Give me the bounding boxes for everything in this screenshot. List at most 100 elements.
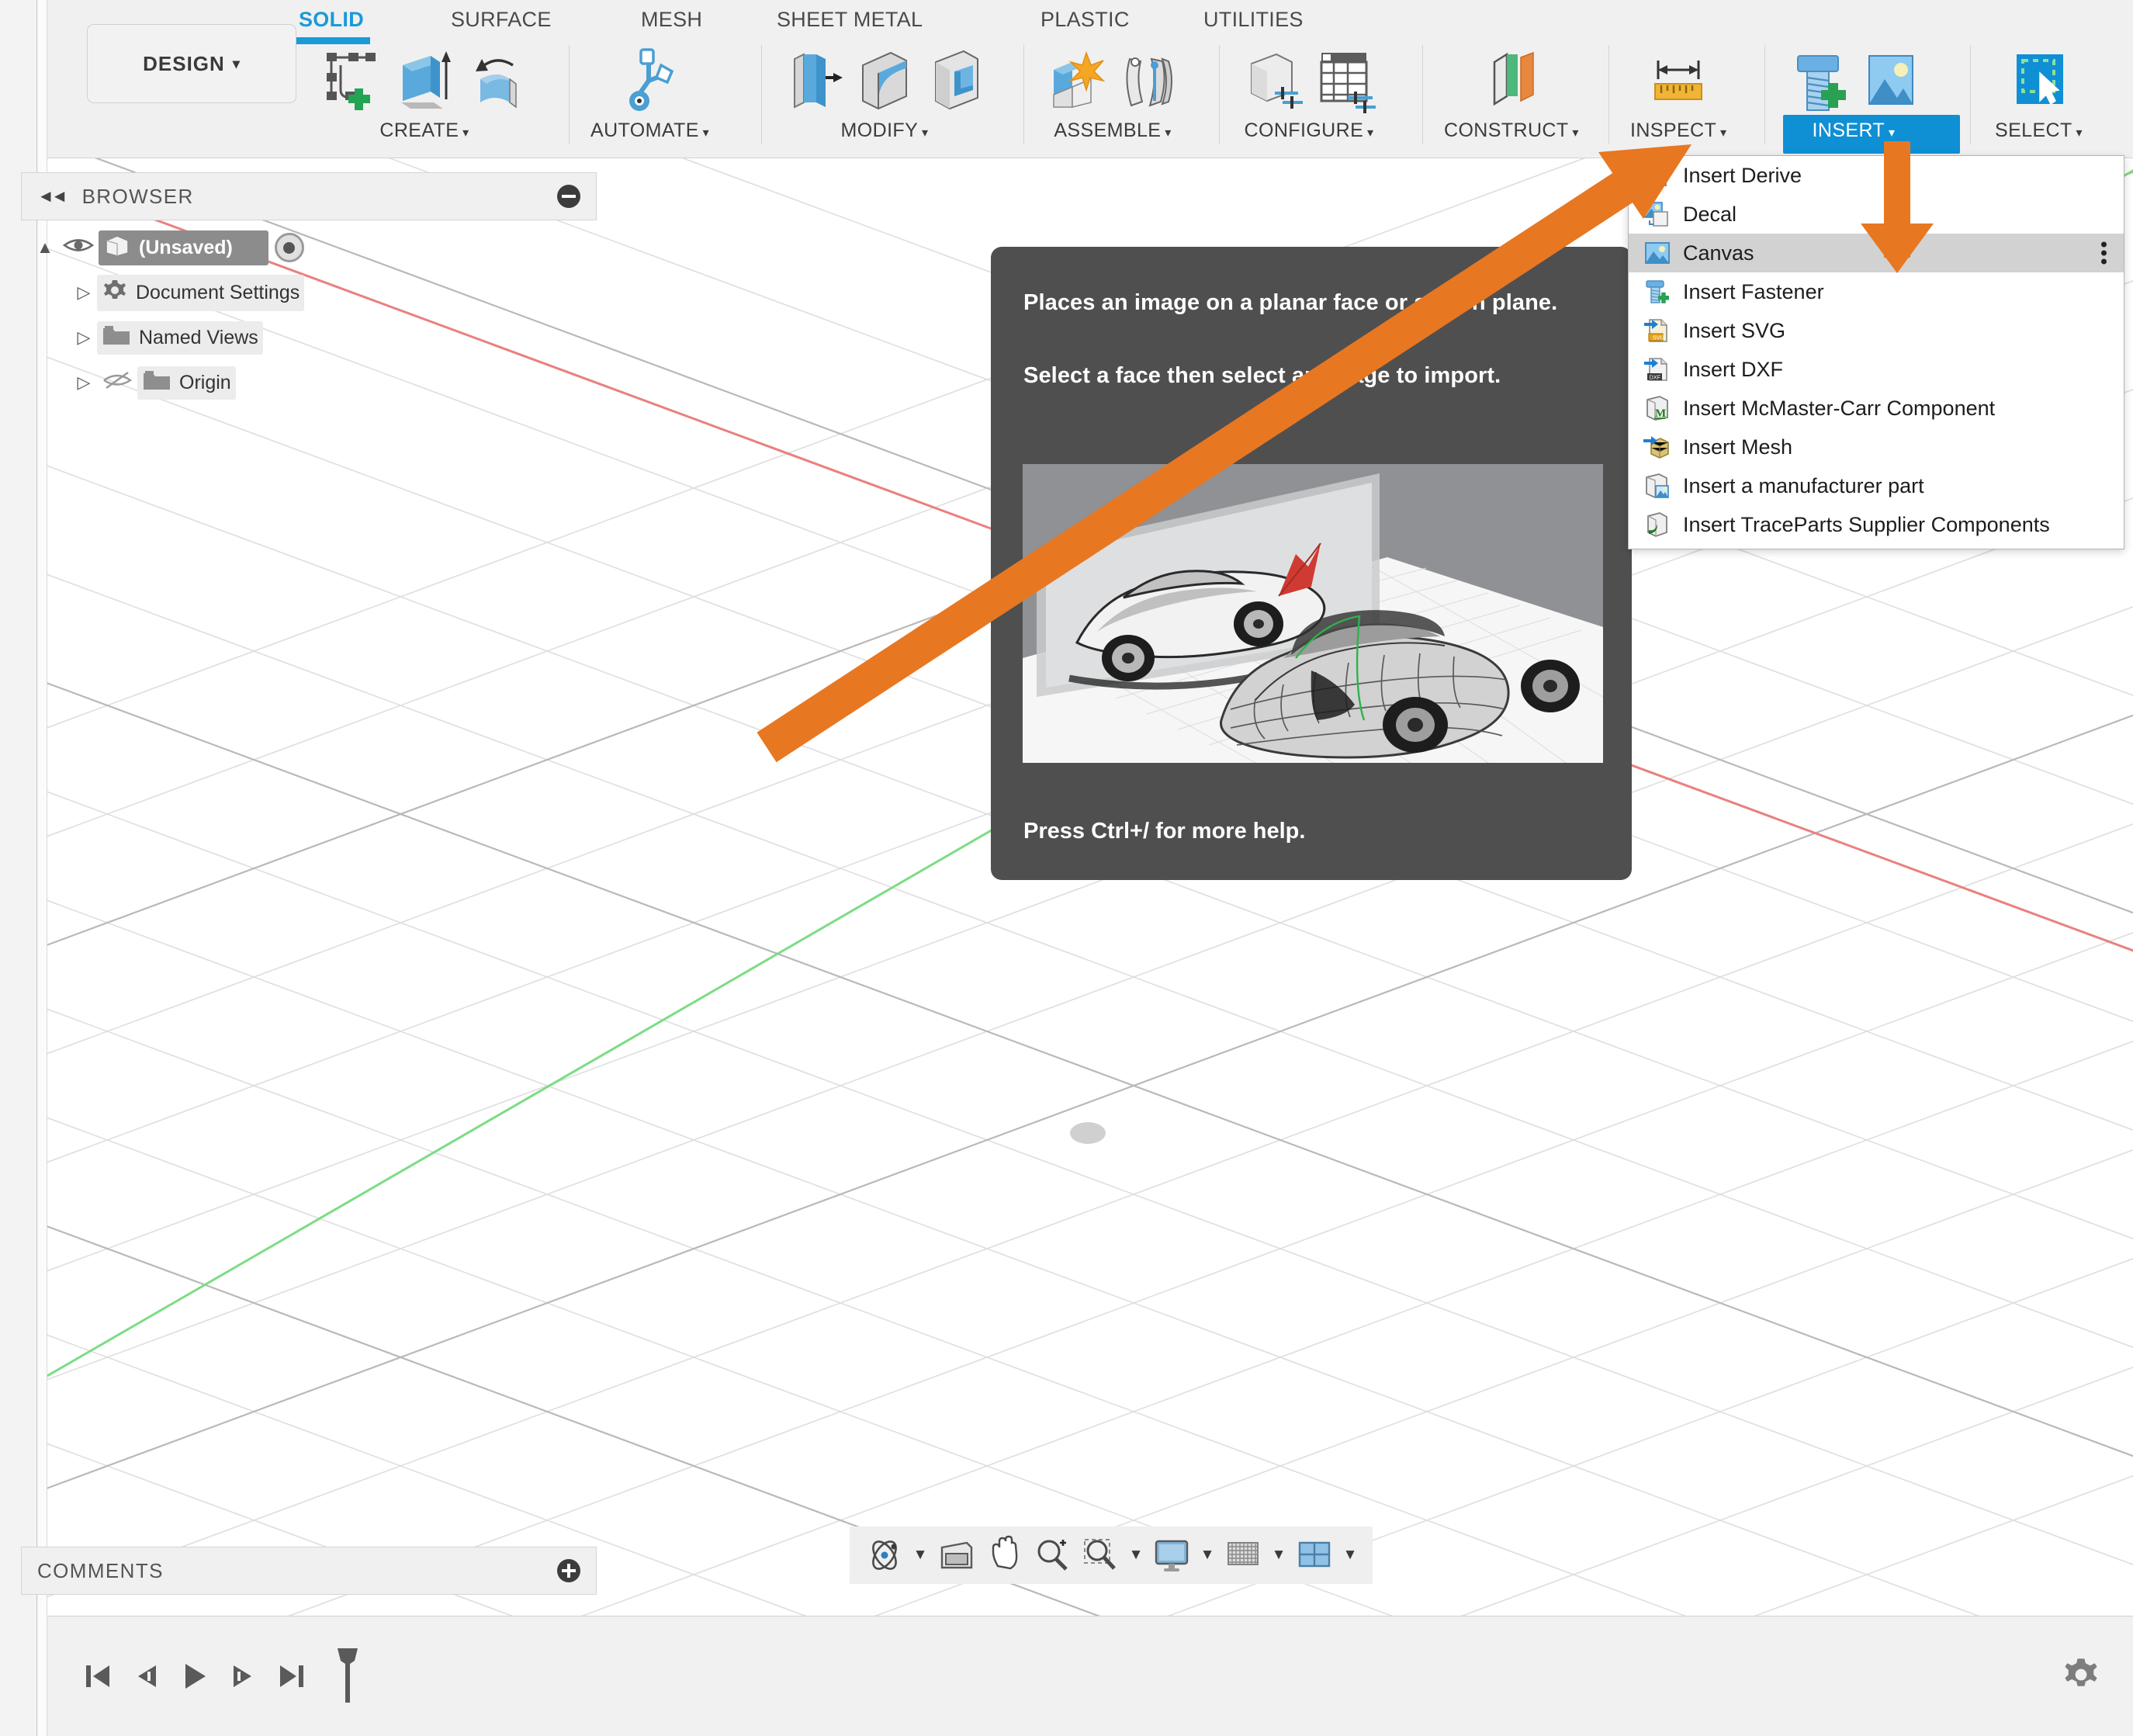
- twisty-collapsed-icon[interactable]: ▷: [71, 327, 97, 348]
- zoom-icon[interactable]: [1030, 1533, 1075, 1578]
- menu-item-insert-manufacturer-part[interactable]: Insert a manufacturer part: [1629, 466, 2124, 505]
- insert-dropdown-menu[interactable]: Insert Derive Decal: [1628, 155, 2124, 549]
- step-forward-icon[interactable]: [218, 1652, 266, 1700]
- menu-label-canvas: Canvas: [1683, 241, 1754, 265]
- menu-overflow-kebab-icon[interactable]: [2101, 239, 2107, 268]
- fillet-icon[interactable]: [852, 42, 917, 116]
- panel-assemble-label[interactable]: ASSEMBLE ▾: [1054, 120, 1171, 142]
- shell-icon[interactable]: [923, 42, 989, 116]
- menu-item-canvas[interactable]: Canvas: [1629, 234, 2124, 272]
- view-navigation-bar: ▼ ▼ ▼ ▼ ▼: [850, 1526, 1373, 1584]
- measure-icon[interactable]: [1646, 42, 1711, 116]
- timeline-marker-icon[interactable]: [331, 1644, 364, 1710]
- press-pull-icon[interactable]: [781, 42, 846, 116]
- panel-inspect-label[interactable]: INSPECT ▾: [1630, 120, 1726, 142]
- body-icon: [103, 233, 131, 263]
- viewport-layout-icon[interactable]: [1292, 1533, 1337, 1578]
- chevron-down-icon: ▾: [233, 56, 241, 72]
- orbit-icon[interactable]: [862, 1533, 907, 1578]
- create-sketch-icon[interactable]: [320, 42, 386, 116]
- workspace-switcher-button[interactable]: DESIGN ▾: [87, 24, 296, 103]
- tab-mesh[interactable]: MESH: [641, 8, 702, 32]
- display-settings-icon[interactable]: [1149, 1533, 1194, 1578]
- tree-item-document-settings[interactable]: Document Settings: [97, 275, 304, 311]
- insert-canvas-icon[interactable]: [1857, 42, 1922, 116]
- tree-row-document-settings[interactable]: ▷ Document Settings: [21, 270, 597, 315]
- panel-construct-label[interactable]: CONSTRUCT ▾: [1444, 120, 1579, 142]
- configuration-table-icon[interactable]: [1312, 42, 1377, 116]
- menu-item-insert-fastener[interactable]: Insert Fastener: [1629, 272, 2124, 311]
- chevron-down-icon: ▾: [1885, 126, 1895, 140]
- panel-select-label[interactable]: SELECT ▾: [1995, 120, 2083, 142]
- panel-insert-label[interactable]: INSERT ▾: [1813, 120, 1896, 142]
- select-window-icon[interactable]: [2006, 42, 2071, 116]
- display-dropdown-caret[interactable]: ▼: [1197, 1547, 1217, 1564]
- panel-create-label[interactable]: CREATE ▾: [379, 120, 469, 142]
- zoom-dropdown-caret[interactable]: ▼: [1126, 1547, 1146, 1564]
- menu-label-decal: Decal: [1683, 203, 1737, 227]
- tab-surface[interactable]: SURFACE: [451, 8, 552, 32]
- viewport-dropdown-caret[interactable]: ▼: [1340, 1547, 1360, 1564]
- comments-panel[interactable]: COMMENTS: [21, 1547, 597, 1595]
- look-at-icon[interactable]: [933, 1533, 978, 1578]
- joint-icon[interactable]: [1116, 42, 1181, 116]
- eye-hidden-icon[interactable]: [97, 369, 137, 397]
- orbit-dropdown-caret[interactable]: ▼: [910, 1547, 930, 1564]
- tooltip-illustration: [1023, 464, 1603, 763]
- go-to-end-icon[interactable]: [266, 1652, 314, 1700]
- minimize-icon[interactable]: [557, 185, 580, 208]
- tooltip-line-2: Select a face then select an image to im…: [1023, 362, 1599, 390]
- tab-sheet-metal[interactable]: SHEET METAL: [777, 8, 923, 32]
- menu-item-insert-mesh[interactable]: Insert Mesh: [1629, 428, 2124, 466]
- collapse-left-icon[interactable]: ◄◄: [37, 186, 65, 206]
- menu-item-insert-dxf[interactable]: DXF Insert DXF: [1629, 350, 2124, 389]
- grid-dropdown-caret[interactable]: ▼: [1269, 1547, 1289, 1564]
- go-to-beginning-icon[interactable]: [74, 1652, 122, 1700]
- tree-item-origin[interactable]: Origin: [137, 366, 236, 400]
- tree-row-unsaved[interactable]: ▲ (Unsaved): [21, 225, 597, 270]
- add-comment-icon[interactable]: [557, 1559, 580, 1582]
- tab-utilities[interactable]: UTILITIES: [1203, 8, 1304, 32]
- tree-row-origin[interactable]: ▷ Origin: [21, 360, 597, 405]
- activate-component-radio[interactable]: [275, 233, 304, 262]
- automated-modeling-icon[interactable]: [618, 42, 683, 116]
- tree-row-named-views[interactable]: ▷ Named Views: [21, 315, 597, 360]
- revolve-icon[interactable]: [463, 42, 528, 116]
- panel-inspect: INSPECT ▾: [1630, 36, 1726, 154]
- tooltip-footer: Press Ctrl+/ for more help.: [1023, 819, 1305, 844]
- tab-solid[interactable]: SOLID: [299, 8, 364, 32]
- fusion360-window: SOLID SURFACE MESH SHEET METAL PLASTIC U…: [0, 0, 2133, 1736]
- grid-snap-icon[interactable]: [1221, 1533, 1266, 1578]
- twisty-collapsed-icon[interactable]: ▷: [71, 282, 97, 303]
- insert-fastener-icon[interactable]: [1785, 42, 1851, 116]
- tree-item-unsaved[interactable]: (Unsaved): [99, 230, 268, 265]
- menu-label-insert-svg: Insert SVG: [1683, 319, 1785, 343]
- origin-point[interactable]: [1070, 1122, 1106, 1144]
- new-component-icon[interactable]: [1044, 42, 1110, 116]
- timeline-settings-gear-icon[interactable]: [2062, 1655, 2100, 1698]
- menu-item-insert-mcmaster-carr[interactable]: M Insert McMaster-Carr Component: [1629, 389, 2124, 428]
- menu-item-insert-derive[interactable]: Insert Derive: [1629, 156, 2124, 195]
- panel-configure-label[interactable]: CONFIGURE ▾: [1245, 120, 1374, 142]
- tab-plastic[interactable]: PLASTIC: [1041, 8, 1130, 32]
- zoom-window-icon[interactable]: [1078, 1533, 1123, 1578]
- panel-modify-label[interactable]: MODIFY ▾: [841, 120, 929, 142]
- eye-visible-icon[interactable]: [58, 235, 99, 261]
- extrude-icon[interactable]: [392, 42, 457, 116]
- menu-item-insert-svg[interactable]: SVG Insert SVG: [1629, 311, 2124, 350]
- mesh-box-icon: [1643, 432, 1672, 462]
- tree-item-named-views[interactable]: Named Views: [97, 321, 263, 355]
- offset-plane-icon[interactable]: [1479, 42, 1544, 116]
- step-back-icon[interactable]: [122, 1652, 170, 1700]
- menu-item-insert-traceparts[interactable]: Insert TraceParts Supplier Components: [1629, 505, 2124, 544]
- menu-item-decal[interactable]: Decal: [1629, 195, 2124, 234]
- twisty-expanded-icon[interactable]: ▲: [32, 237, 58, 258]
- twisty-collapsed-icon[interactable]: ▷: [71, 372, 97, 393]
- panel-automate-label[interactable]: AUTOMATE ▾: [590, 120, 709, 142]
- svg-text:DXF: DXF: [1650, 373, 1661, 380]
- folder-icon: [142, 369, 171, 397]
- menu-label-insert-mcmaster-carr: Insert McMaster-Carr Component: [1683, 397, 1995, 421]
- pan-icon[interactable]: [982, 1533, 1027, 1578]
- play-icon[interactable]: [170, 1652, 218, 1700]
- configuration-icon[interactable]: [1241, 42, 1306, 116]
